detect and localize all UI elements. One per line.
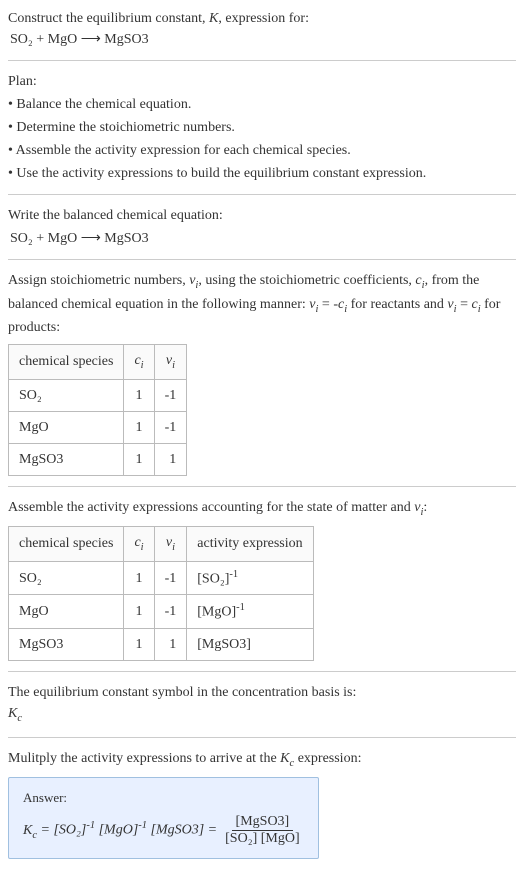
balanced-equation: SO₂ + MgO ⟶ MgSO3 (10, 228, 516, 249)
col-ci: ci (124, 345, 154, 380)
cell-ci: 1 (124, 595, 154, 629)
fraction-denominator: [SO₂] [MgO] (221, 831, 303, 848)
stoich-section: Assign stoichiometric numbers, νi, using… (8, 270, 516, 476)
cell-vi: -1 (154, 379, 187, 411)
cell-ci: 1 (124, 443, 154, 475)
stoich-table: chemical species ci νi SO₂ 1 -1 MgO 1 -1… (8, 344, 187, 476)
intro-line: Construct the equilibrium constant, K, e… (8, 8, 516, 29)
fraction: [MgSO3] [SO₂] [MgO] (221, 814, 303, 849)
answer-box: Answer: Kc = [SO₂]-1 [MgO]-1 [MgSO3] = [… (8, 777, 319, 859)
divider (8, 486, 516, 487)
table-row: SO₂ 1 -1 (9, 379, 187, 411)
cell-ci: 1 (124, 629, 154, 661)
table-row: SO₂ 1 -1 [SO₂]-1 (9, 561, 314, 595)
balanced-section: Write the balanced chemical equation: SO… (8, 205, 516, 249)
answer-label: Answer: (23, 788, 304, 808)
cell-vi: -1 (154, 411, 187, 443)
cell-species: SO₂ (9, 561, 124, 595)
cell-vi: -1 (154, 595, 187, 629)
plan-bullet-2: • Determine the stoichiometric numbers. (8, 117, 516, 138)
kc-basis-section: The equilibrium constant symbol in the c… (8, 682, 516, 727)
cell-activity: [MgSO3] (187, 629, 313, 661)
multiply-section: Mulitply the activity expressions to arr… (8, 748, 516, 860)
intro-equation: SO₂ + MgO ⟶ MgSO3 (10, 29, 516, 50)
table-row: chemical species ci νi (9, 345, 187, 380)
plan-bullet-4: • Use the activity expressions to build … (8, 163, 516, 184)
table-row: MgO 1 -1 [MgO]-1 (9, 595, 314, 629)
cell-species: MgSO3 (9, 629, 124, 661)
cell-vi: 1 (154, 629, 187, 661)
cell-ci: 1 (124, 561, 154, 595)
activity-intro: Assemble the activity expressions accoun… (8, 497, 516, 521)
col-species: chemical species (9, 527, 124, 562)
cell-vi: -1 (154, 561, 187, 595)
table-row: MgO 1 -1 (9, 411, 187, 443)
activity-section: Assemble the activity expressions accoun… (8, 497, 516, 661)
cell-activity: [SO₂]-1 (187, 561, 313, 595)
multiply-line: Mulitply the activity expressions to arr… (8, 748, 516, 772)
col-species: chemical species (9, 345, 124, 380)
cell-activity: [MgO]-1 (187, 595, 313, 629)
table-row: MgSO3 1 1 (9, 443, 187, 475)
col-activity: activity expression (187, 527, 313, 562)
divider (8, 194, 516, 195)
fraction-numerator: [MgSO3] (232, 814, 294, 832)
cell-species: MgO (9, 595, 124, 629)
cell-ci: 1 (124, 411, 154, 443)
balanced-title: Write the balanced chemical equation: (8, 205, 516, 226)
divider (8, 60, 516, 61)
divider (8, 737, 516, 738)
plan-title: Plan: (8, 71, 516, 92)
col-ci: ci (124, 527, 154, 562)
cell-ci: 1 (124, 379, 154, 411)
plan-section: Plan: • Balance the chemical equation. •… (8, 71, 516, 184)
answer-formula: Kc = [SO₂]-1 [MgO]-1 [MgSO3] = [MgSO3] [… (23, 814, 304, 849)
stoich-intro: Assign stoichiometric numbers, νi, using… (8, 270, 516, 338)
cell-vi: 1 (154, 443, 187, 475)
plan-bullets: • Balance the chemical equation. • Deter… (8, 94, 516, 184)
cell-species: SO₂ (9, 379, 124, 411)
plan-bullet-1: • Balance the chemical equation. (8, 94, 516, 115)
activity-table: chemical species ci νi activity expressi… (8, 526, 314, 661)
divider (8, 259, 516, 260)
col-vi: νi (154, 527, 187, 562)
kc-symbol: Kc (8, 703, 516, 727)
intro-section: Construct the equilibrium constant, K, e… (8, 8, 516, 50)
table-row: chemical species ci νi activity expressi… (9, 527, 314, 562)
plan-bullet-3: • Assemble the activity expression for e… (8, 140, 516, 161)
divider (8, 671, 516, 672)
cell-species: MgO (9, 411, 124, 443)
table-row: MgSO3 1 1 [MgSO3] (9, 629, 314, 661)
kc-basis-line: The equilibrium constant symbol in the c… (8, 682, 516, 703)
cell-species: MgSO3 (9, 443, 124, 475)
col-vi: νi (154, 345, 187, 380)
kc-eq: Kc = [SO₂]-1 [MgO]-1 [MgSO3] = (23, 818, 217, 843)
